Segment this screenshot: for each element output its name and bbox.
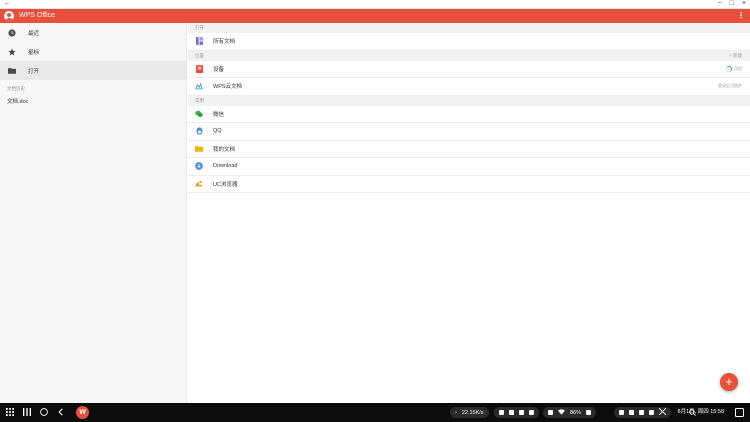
storage-ring-icon [726, 65, 732, 72]
screen-record-icon [649, 410, 654, 415]
window-titlebar: ← − □ × [0, 0, 750, 9]
more-menu-icon[interactable]: ⋮ [737, 11, 745, 21]
system-taskbar: W › 22.15K/s 86% 8月1日, 周四 15:58 [0, 403, 750, 422]
star-icon [7, 47, 16, 56]
battery-icon [586, 410, 592, 415]
download-icon [195, 162, 203, 171]
recent-files-heading: 文档历史 [7, 86, 25, 91]
network-speed-pill[interactable]: › 22.15K/s [450, 407, 489, 418]
app-grid-icon[interactable] [6, 407, 14, 418]
battery-level: 86% [570, 409, 582, 416]
network-speed: 22.15K/s [461, 409, 484, 416]
list-item-label: WPS云文档 [213, 84, 243, 91]
list-item-label: 微信 [213, 111, 225, 118]
add-fab-button[interactable]: + [720, 373, 738, 391]
section-label: 常用 [195, 97, 204, 103]
maximize-button[interactable]: □ [730, 0, 734, 8]
section-storage-header: 位置 + 新建 [188, 50, 750, 61]
keyboard-icon [639, 410, 644, 415]
screenshot-icon [629, 410, 634, 415]
app-icon [519, 410, 524, 415]
app-bar: WPS Office ⋮ [0, 9, 750, 23]
system-status-pill[interactable]: 86% [543, 407, 597, 418]
arrow-left-icon[interactable]: ← [4, 0, 11, 8]
home-icon[interactable] [40, 407, 48, 418]
all-docs-icon [195, 37, 203, 46]
back-icon[interactable] [57, 408, 65, 418]
clock-icon [7, 28, 16, 37]
list-item-label: 设备 [213, 66, 225, 73]
recent-apps-icon[interactable] [23, 407, 31, 418]
sidebar-item-label: 打开 [28, 68, 40, 75]
sidebar-item-recent[interactable]: 最近 [0, 23, 186, 42]
wps-taskbar-icon[interactable]: W [76, 406, 89, 419]
list-item-label: 我的文档 [213, 146, 236, 153]
sidebar-item-label: 最近 [28, 30, 40, 37]
list-item-my-documents[interactable]: 我的文档 [188, 141, 750, 158]
folder-icon [7, 66, 16, 75]
section-label: 打开 [195, 25, 204, 30]
avatar[interactable] [4, 11, 14, 21]
sidebar: 最近 星标 打开 文档历史 文档.doc [0, 23, 187, 403]
list-item-all-documents[interactable]: 所有文档 [188, 33, 750, 51]
minimize-button[interactable]: − [718, 0, 722, 8]
new-location-button[interactable]: + 新建 [729, 51, 742, 61]
clock[interactable]: 8月1日, 周四 15:58 [678, 403, 724, 422]
fullscreen-icon[interactable] [658, 407, 667, 417]
list-item-uc-browser[interactable]: UC浏览器 [188, 176, 750, 193]
lock-icon [509, 410, 514, 415]
quick-actions-pill[interactable] [614, 407, 671, 418]
list-item-label: UC浏览器 [213, 181, 238, 188]
main-panel: 打开 所有文档 位置 + 新建 设备 可用 WPS云文档 登录后可同步 常用 微… [188, 23, 750, 403]
uc-browser-icon [195, 180, 203, 188]
storage-status-label: 可用 [734, 65, 742, 71]
list-item-label: 所有文档 [213, 39, 236, 46]
section-common-header: 常用 [188, 95, 750, 106]
storage-status: 可用 [726, 61, 742, 78]
list-item-download[interactable]: Download [188, 158, 750, 176]
sidebar-item-label: 星标 [28, 49, 40, 56]
sidebar-item-starred[interactable]: 星标 [0, 42, 186, 61]
list-item-wps-cloud[interactable]: WPS云文档 登录后可同步 [188, 78, 750, 96]
close-button[interactable]: × [742, 0, 746, 8]
status-icons-pill[interactable] [494, 407, 539, 418]
folder-yellow-icon [195, 145, 203, 153]
section-label: 位置 [195, 52, 204, 58]
list-item-wechat[interactable]: 微信 [188, 106, 750, 123]
recent-file-item[interactable]: 文档.doc [0, 97, 186, 105]
help-icon [619, 410, 624, 415]
list-item-label: QQ [213, 128, 222, 135]
wechat-icon [195, 110, 203, 118]
image-icon [499, 410, 504, 415]
expand-tray-icon[interactable]: › [455, 410, 457, 416]
sidebar-item-open[interactable]: 打开 [0, 61, 186, 80]
cloud-icon [195, 82, 203, 90]
nfc-icon [548, 410, 553, 415]
device-icon [195, 64, 203, 73]
list-item-device[interactable]: 设备 可用 [188, 61, 750, 78]
list-item-qq[interactable]: QQ [188, 123, 750, 141]
qq-icon [195, 127, 203, 135]
cloud-status-label: 登录后可同步 [718, 83, 742, 89]
wifi-icon [558, 408, 565, 417]
notification-icon [529, 410, 534, 415]
notification-center-icon[interactable] [735, 408, 744, 417]
list-item-label: Download [213, 163, 238, 170]
section-open-header: 打开 [188, 23, 750, 33]
app-title: WPS Office [19, 12, 56, 19]
